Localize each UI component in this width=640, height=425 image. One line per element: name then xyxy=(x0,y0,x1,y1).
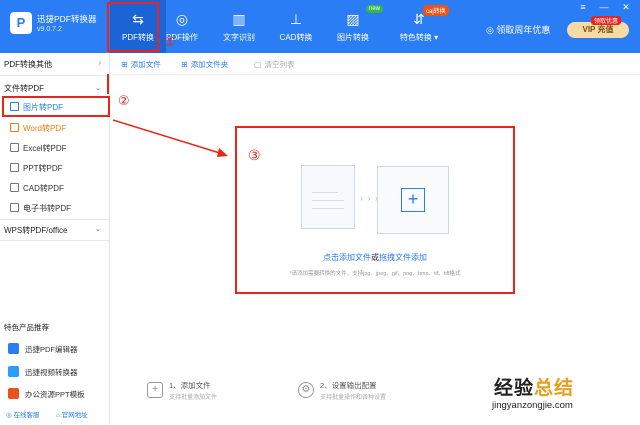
annotation-marker-3: ③ xyxy=(248,148,261,164)
annotation-box-3 xyxy=(235,126,515,294)
watermark-url: jingyanzongjie.com xyxy=(492,400,573,411)
watermark-title: 经验总结 xyxy=(494,378,575,399)
